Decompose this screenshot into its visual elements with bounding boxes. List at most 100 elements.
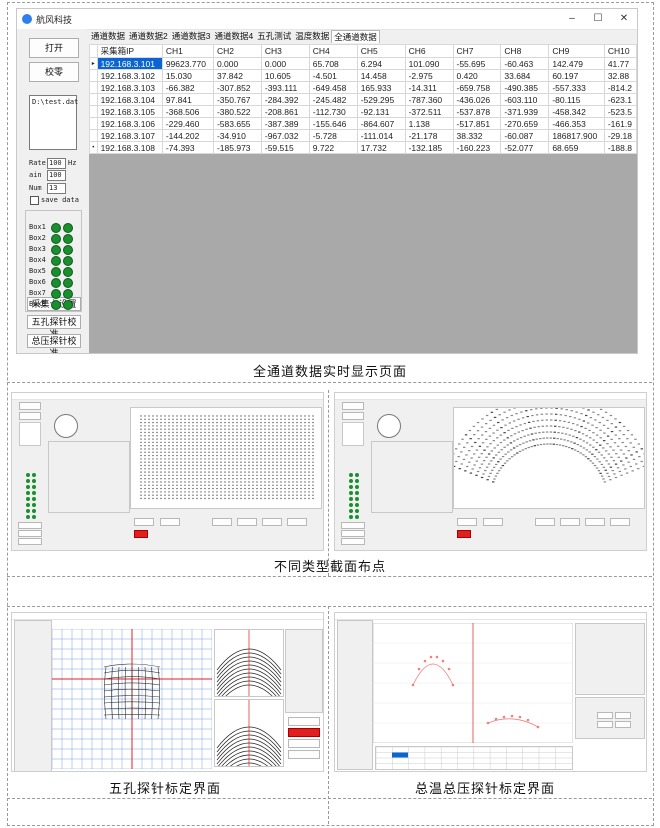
column-header[interactable]: CH9	[548, 44, 605, 58]
row-marker[interactable]: •	[89, 141, 98, 154]
table-cell[interactable]: -517.851	[452, 117, 502, 130]
column-header[interactable]: CH5	[356, 44, 406, 58]
table-cell[interactable]: -14.311	[404, 81, 454, 94]
table-row[interactable]: 192.168.3.105 -368.506 -380.522 -208.861 -11…	[89, 105, 637, 118]
table-cell[interactable]: 10.605	[260, 69, 310, 82]
table-cell[interactable]: 101.090	[404, 57, 454, 70]
table-cell[interactable]: -284.392	[260, 93, 310, 106]
table-cell[interactable]: 0.000	[260, 57, 310, 70]
calibrate-zero-button[interactable]: 校零	[29, 62, 79, 82]
column-header[interactable]: CH8	[500, 44, 550, 58]
row-marker[interactable]	[89, 81, 98, 94]
table-cell[interactable]: 192.168.3.105	[96, 105, 163, 118]
table-cell[interactable]: -372.511	[404, 105, 454, 118]
table-cell[interactable]: 17.732	[356, 141, 406, 154]
table-cell[interactable]: -21.178	[404, 129, 454, 142]
table-cell[interactable]: -160.223	[452, 141, 502, 154]
table-cell[interactable]: -59.515	[260, 141, 310, 154]
table-cell[interactable]: 15.030	[161, 69, 214, 82]
table-row[interactable]: 192.168.3.107 -144.202 -34.910 -967.032 -5.7…	[89, 129, 637, 142]
table-cell[interactable]: 192.168.3.106	[96, 117, 163, 130]
table-cell[interactable]: 192.168.3.107	[96, 129, 163, 142]
row-marker[interactable]	[89, 129, 98, 142]
table-cell[interactable]: 0.420	[452, 69, 502, 82]
table-cell[interactable]: 165.933	[356, 81, 406, 94]
total-pressure-calibration-button[interactable]: 总压探针校准	[27, 334, 81, 353]
table-cell[interactable]: 60.197	[548, 69, 605, 82]
table-cell[interactable]: -270.659	[500, 117, 550, 130]
table-cell[interactable]: -557.333	[548, 81, 605, 94]
table-cell[interactable]: -659.758	[452, 81, 502, 94]
table-cell[interactable]: 38.332	[452, 129, 502, 142]
row-marker[interactable]	[89, 105, 98, 118]
table-cell[interactable]: -490.385	[500, 81, 550, 94]
table-cell[interactable]: -537.878	[452, 105, 502, 118]
ain-input[interactable]: 100	[47, 170, 66, 181]
column-header[interactable]: 采集箱IP	[96, 44, 163, 58]
column-header[interactable]: CH1	[161, 44, 214, 58]
column-header[interactable]: CH3	[260, 44, 310, 58]
tab-2[interactable]: 通道数据2	[127, 30, 170, 43]
table-cell[interactable]: 192.168.3.102	[96, 69, 163, 82]
table-cell[interactable]: -307.852	[212, 81, 262, 94]
tab-6[interactable]: 温度数据	[293, 30, 331, 43]
table-cell[interactable]: -623.1	[603, 93, 637, 106]
tab-1[interactable]: 通道数据	[89, 30, 127, 43]
table-cell[interactable]: -92.131	[356, 105, 406, 118]
table-cell[interactable]: -393.111	[260, 81, 310, 94]
table-cell[interactable]: 192.168.3.104	[96, 93, 163, 106]
save-data-checkbox[interactable]	[30, 196, 39, 205]
table-row[interactable]: 192.168.3.102 15.030 37.842 10.605 -4.501 14.…	[89, 69, 637, 82]
table-cell[interactable]: -208.861	[260, 105, 310, 118]
table-cell[interactable]: -787.360	[404, 93, 454, 106]
table-cell[interactable]: -161.9	[603, 117, 637, 130]
table-cell[interactable]: -458.342	[548, 105, 605, 118]
table-cell[interactable]: -864.607	[356, 117, 406, 130]
table-cell[interactable]: -649.458	[308, 81, 358, 94]
table-cell[interactable]: 192.168.3.108	[96, 141, 163, 154]
table-row[interactable]: • 192.168.3.108 -74.393 -185.973 -59.515 9.72…	[89, 141, 637, 154]
table-cell[interactable]: -29.18	[603, 129, 637, 142]
table-cell[interactable]: 6.294	[356, 57, 406, 70]
table-cell[interactable]: 0.000	[212, 57, 262, 70]
column-header[interactable]: CH4	[308, 44, 358, 58]
close-button[interactable]: ✕	[611, 9, 637, 29]
table-cell[interactable]: -185.973	[212, 141, 262, 154]
table-cell[interactable]: -350.767	[212, 93, 262, 106]
table-cell[interactable]: -967.032	[260, 129, 310, 142]
table-cell[interactable]: -436.026	[452, 93, 502, 106]
table-cell[interactable]: -66.382	[161, 81, 214, 94]
table-cell[interactable]: 37.842	[212, 69, 262, 82]
table-cell[interactable]: -74.393	[161, 141, 214, 154]
tab-3[interactable]: 通道数据3	[170, 30, 213, 43]
column-header[interactable]: CH10	[603, 44, 637, 58]
table-cell[interactable]: 65.708	[308, 57, 358, 70]
table-cell[interactable]: 68.659	[548, 141, 605, 154]
table-cell[interactable]: -60.463	[500, 57, 550, 70]
table-cell[interactable]: 192.168.3.103	[96, 81, 163, 94]
table-cell[interactable]: -52.077	[500, 141, 550, 154]
table-cell[interactable]: -5.728	[308, 129, 358, 142]
tab-4[interactable]: 通道数据4	[212, 30, 255, 43]
table-cell[interactable]: -111.014	[356, 129, 406, 142]
table-cell[interactable]: -144.202	[161, 129, 214, 142]
table-row[interactable]: 192.168.3.103 -66.382 -307.852 -393.111 -649…	[89, 81, 637, 94]
table-cell[interactable]: -4.501	[308, 69, 358, 82]
column-header[interactable]: CH6	[404, 44, 454, 58]
table-cell[interactable]: -523.5	[603, 105, 637, 118]
row-marker[interactable]	[89, 93, 98, 106]
table-cell[interactable]: 192.168.3.101	[96, 57, 163, 70]
table-cell[interactable]: -2.975	[404, 69, 454, 82]
row-marker[interactable]	[89, 69, 98, 82]
rate-input[interactable]: 100	[47, 158, 66, 169]
table-row[interactable]: 192.168.3.104 97.841 -350.767 -284.392 -245.…	[89, 93, 637, 106]
five-hole-calibration-button[interactable]: 五孔探针校准	[27, 315, 81, 339]
table-cell[interactable]: -34.910	[212, 129, 262, 142]
table-cell[interactable]: -112.730	[308, 105, 358, 118]
table-cell[interactable]: -380.522	[212, 105, 262, 118]
table-cell[interactable]: -60.087	[500, 129, 550, 142]
open-button[interactable]: 打开	[29, 38, 79, 58]
maximize-button[interactable]: ☐	[585, 9, 611, 29]
table-cell[interactable]: 32.88	[603, 69, 637, 82]
row-marker[interactable]	[89, 117, 98, 130]
